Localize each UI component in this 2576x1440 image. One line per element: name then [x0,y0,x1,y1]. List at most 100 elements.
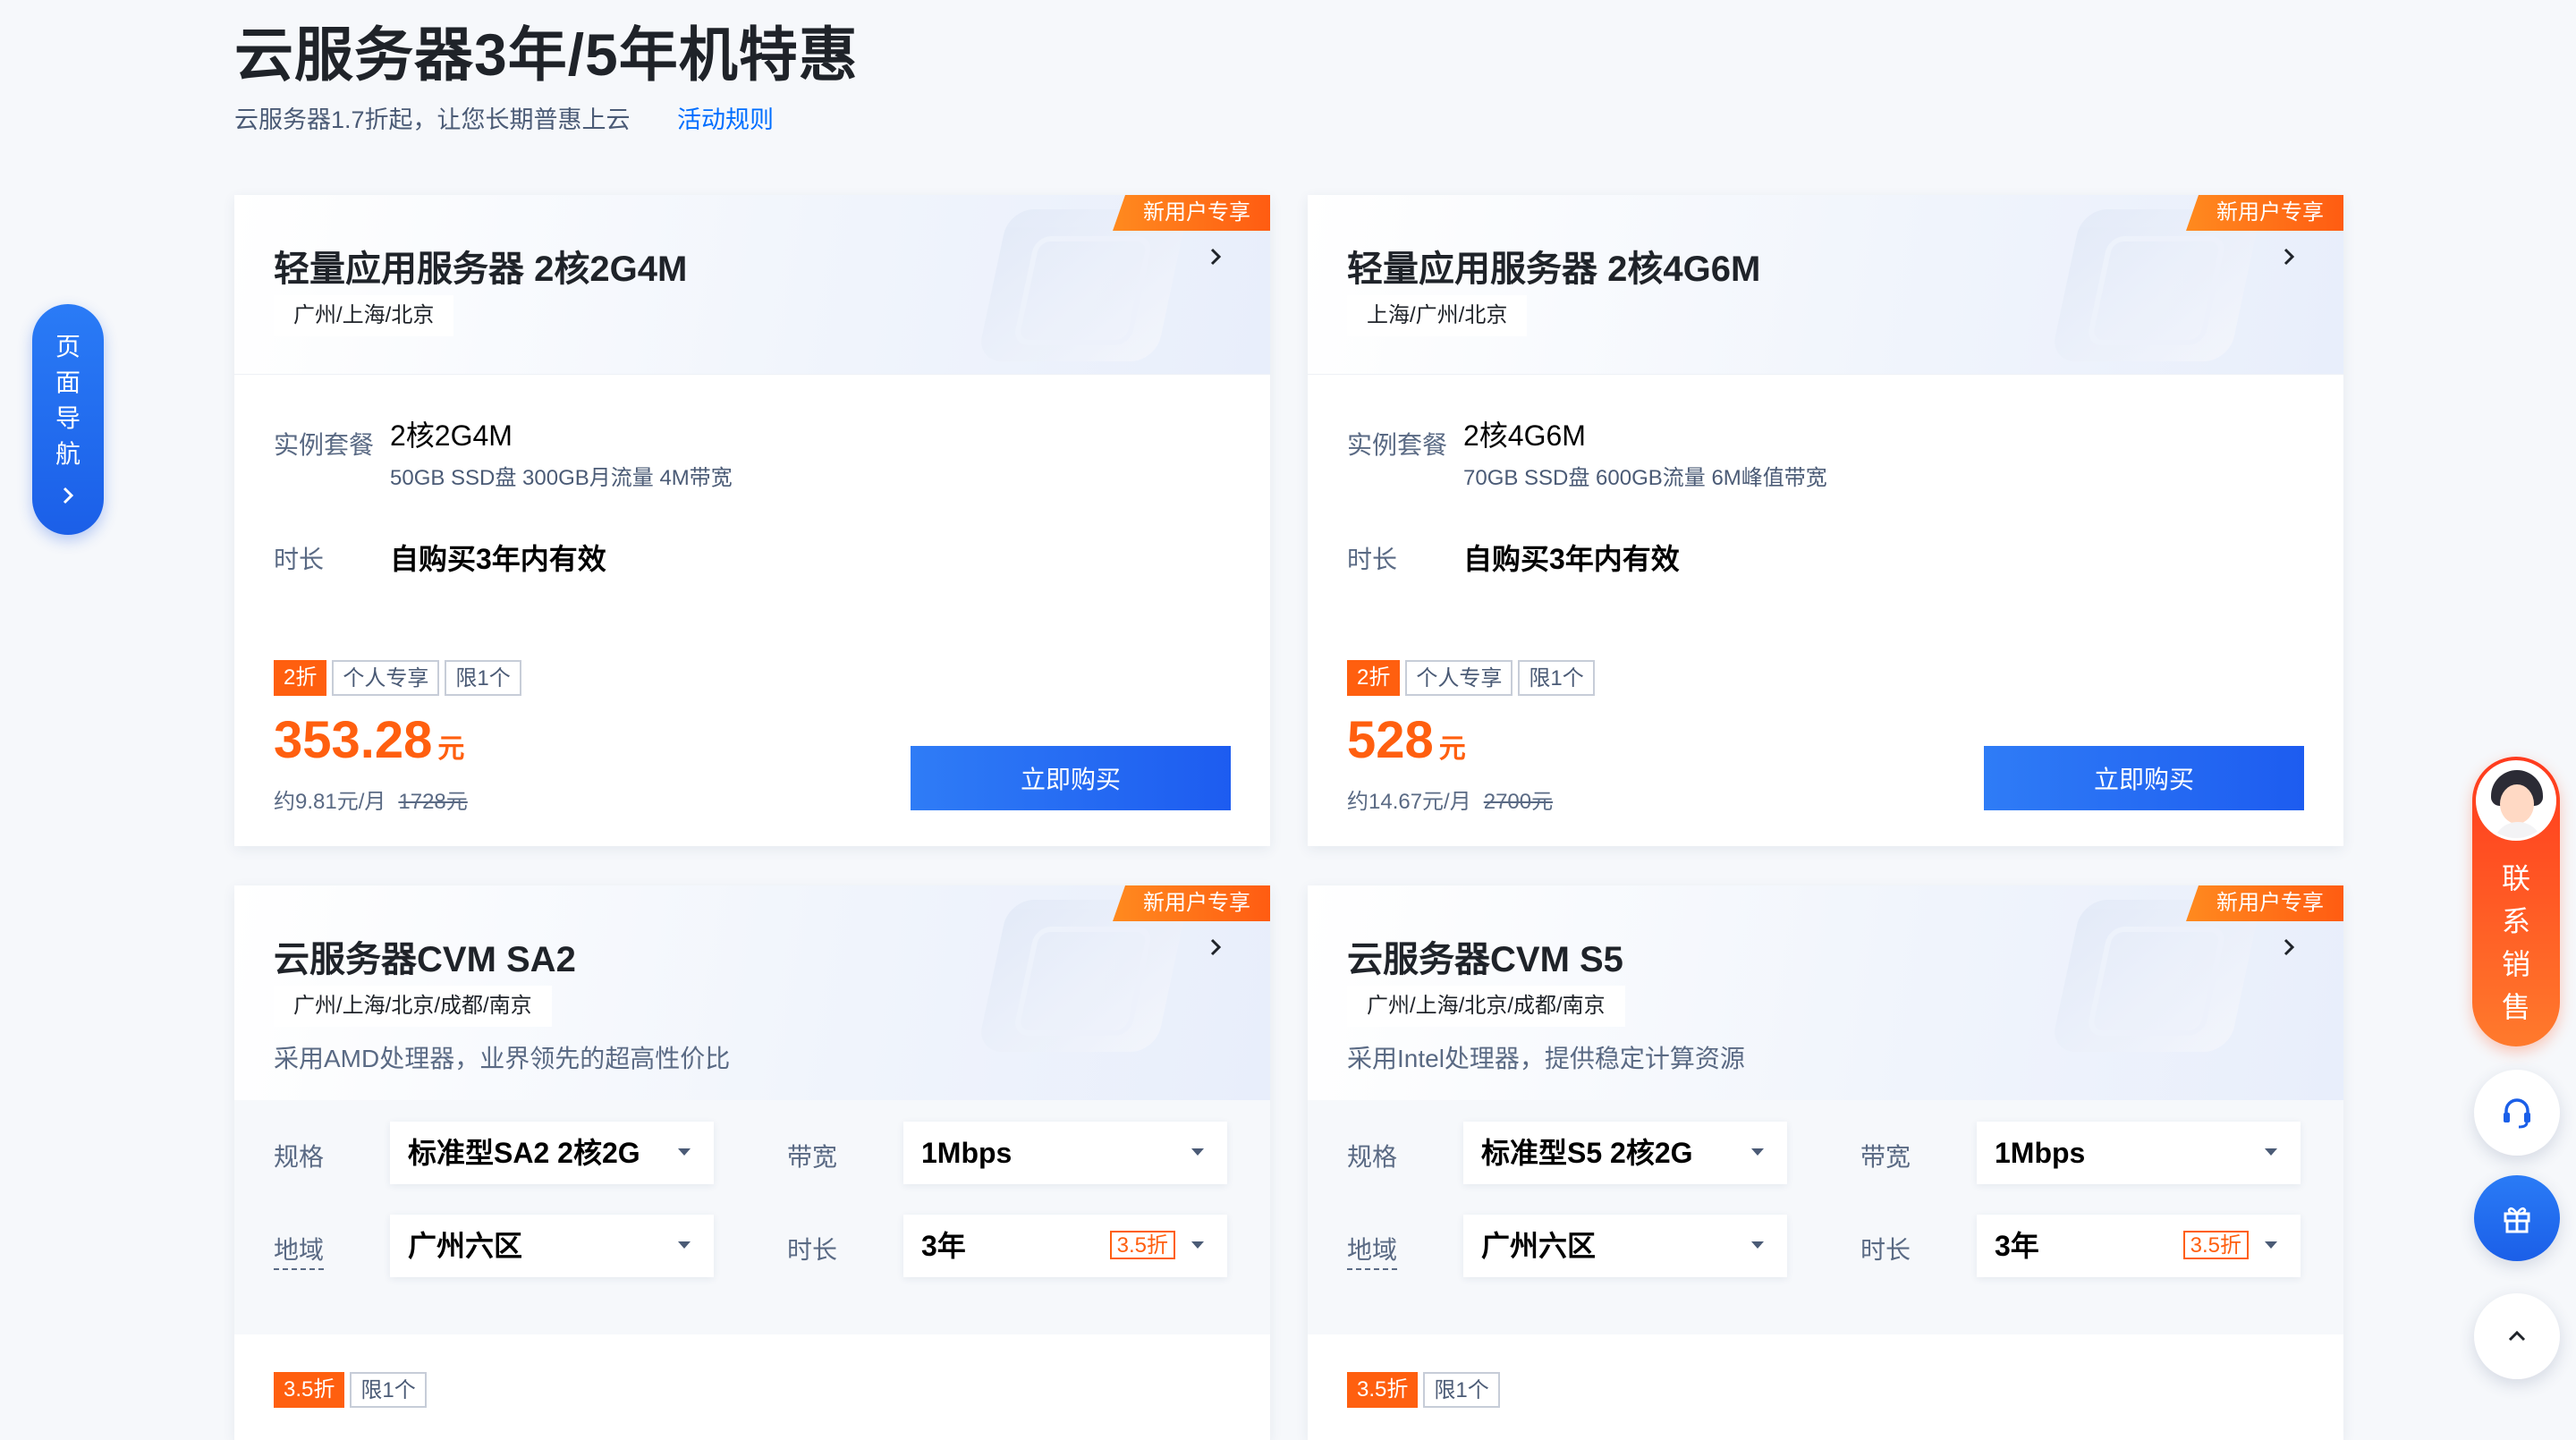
product-card-lighthouse-2c4g: 新用户专享 轻量应用服务器 2核4G6M 上海/广州/北京 实例套餐 2核4G6… [1308,195,2343,846]
region-select-value: 广州六区 [408,1230,523,1262]
card-description: 采用AMD处理器，业界领先的超高性价比 [274,1045,731,1072]
card-header[interactable]: 新用户专享 云服务器CVM SA2 广州/上海/北京/成都/南京 采用AMD处理… [234,885,1270,1101]
region-tag: 广州/上海/北京/成都/南京 [274,986,552,1027]
card-header[interactable]: 新用户专享 轻量应用服务器 2核2G4M 广州/上海/北京 [234,195,1270,375]
dropdown-arrow-icon [678,1241,691,1249]
contact-sales-button[interactable]: 联系销售 [2472,757,2560,1046]
new-user-ribbon: 新用户专享 [2186,885,2343,921]
discount-tag: 3.5折 [274,1372,345,1408]
price-value: 528 [1347,711,1434,769]
duration-select-value: 3年 [921,1230,966,1262]
dropdown-arrow-icon [678,1148,691,1156]
plan-detail: 70GB SSD盘 600GB流量 6M峰值带宽 [1463,466,1827,490]
region-tag: 上海/广州/北京 [1347,295,1528,336]
region-select[interactable]: 广州六区 [1463,1215,1787,1277]
activity-rules-link[interactable]: 活动规则 [677,100,774,135]
price-value: 353.28 [274,711,433,769]
bandwidth-select[interactable]: 1Mbps [1977,1122,2301,1184]
price-area: 2折 个人专享 限1个 353.28 元 约9.81元/月 1728元 立即购买 [234,623,1270,846]
spec-select-value: 标准型S5 2核2G [1481,1137,1693,1169]
limit-tag: 限1个 [1423,1372,1500,1408]
bandwidth-label: 带宽 [787,1143,838,1171]
spec-select[interactable]: 标准型S5 2核2G [1463,1122,1787,1184]
original-price: 2700元 [1483,790,1554,814]
avatar-icon [2476,760,2556,841]
limit-tag: 限1个 [350,1372,427,1408]
plan-detail: 50GB SSD盘 300GB月流量 4M带宽 [390,466,733,490]
chevron-up-icon [2508,1330,2526,1342]
buy-now-button[interactable]: 立即购买 [1984,746,2304,810]
discount-tag: 2折 [274,660,327,696]
card-title: 轻量应用服务器 2核4G6M [1347,250,1761,289]
new-user-ribbon: 新用户专享 [1113,885,1270,921]
card-header[interactable]: 新用户专享 云服务器CVM S5 广州/上海/北京/成都/南京 采用Intel处… [1308,885,2343,1101]
duration-select[interactable]: 3年 3.5折 [903,1215,1227,1277]
gift-button[interactable] [2474,1175,2560,1261]
contact-sales-label: 联系销售 [2501,862,2530,1023]
buy-now-button[interactable]: 立即购买 [911,746,1231,810]
duration-select-value: 3年 [1995,1230,2039,1262]
chevron-right-icon[interactable] [1204,936,1227,959]
chevron-right-icon[interactable] [1204,245,1227,268]
plan-label: 实例套餐 [274,431,375,459]
dropdown-arrow-icon [1191,1241,1204,1249]
dropdown-arrow-icon [1751,1241,1764,1249]
bandwidth-label: 带宽 [1860,1143,1911,1171]
price: 353.28 元 [274,712,464,778]
duration-discount-badge: 3.5折 [1109,1231,1175,1259]
chevron-right-icon[interactable] [2277,245,2301,268]
headset-icon [2504,1098,2530,1129]
back-to-top-button[interactable] [2474,1293,2560,1379]
price-sub: 约14.67元/月 2700元 [1347,784,1553,815]
bandwidth-select[interactable]: 1Mbps [903,1122,1227,1184]
gift-icon [2504,1207,2530,1233]
card-decoration [2049,209,2262,361]
spec-label: 规格 [1347,1143,1398,1171]
bandwidth-select-value: 1Mbps [1995,1137,2086,1169]
personal-tag: 个人专享 [332,660,440,696]
card-header[interactable]: 新用户专享 轻量应用服务器 2核4G6M 上海/广州/北京 [1308,195,2343,375]
chevron-right-icon[interactable] [2277,936,2301,959]
duration-value: 自购买3年内有效 [1463,543,1680,575]
product-card-cvm-sa2: 新用户专享 云服务器CVM SA2 广州/上海/北京/成都/南京 采用AMD处理… [234,885,1270,1440]
monthly-price: 约14.67元/月 [1347,790,1471,814]
duration-label: 时长 [787,1236,838,1264]
page-subtitle: 云服务器1.7折起，让您长期普惠上云 [234,106,631,133]
customer-service-button[interactable] [2474,1070,2560,1156]
duration-label: 时长 [1860,1236,1911,1264]
config-area: 规格 标准型SA2 2核2G 带宽 1Mbps 地域 广州六区 时长 3年 3.5… [234,1100,1270,1334]
tag-list: 3.5折 限1个 [1347,1372,1500,1408]
tag-list: 2折 个人专享 限1个 [1347,660,1595,696]
tag-list: 2折 个人专享 限1个 [274,660,521,696]
card-decoration [976,900,1189,1052]
duration-discount-badge: 3.5折 [2182,1231,2249,1259]
dropdown-arrow-icon [2265,1148,2277,1156]
duration-label: 时长 [274,546,325,573]
region-tag: 广州/上海/北京/成都/南京 [1347,986,1625,1027]
monthly-price: 约9.81元/月 [274,790,386,814]
card-title: 云服务器CVM S5 [1347,940,1623,979]
discount-tag: 2折 [1347,660,1401,696]
region-label: 地域 [1347,1231,1398,1270]
bandwidth-select-value: 1Mbps [921,1137,1013,1169]
discount-tag: 3.5折 [1347,1372,1419,1408]
plan-value: 2核4G6M [1463,419,1586,452]
config-area: 规格 标准型S5 2核2G 带宽 1Mbps 地域 广州六区 时长 3年 3.5折 [1308,1100,2343,1334]
region-select[interactable]: 广州六区 [390,1215,714,1277]
product-card-cvm-s5: 新用户专享 云服务器CVM S5 广州/上海/北京/成都/南京 采用Intel处… [1308,885,2343,1440]
card-title: 云服务器CVM SA2 [274,940,576,979]
tag-list: 3.5折 限1个 [274,1372,427,1408]
chevron-right-icon [63,487,74,504]
price-area: 2折 个人专享 限1个 528 元 约14.67元/月 2700元 立即购买 [1308,623,2343,846]
plan-value: 2核2G4M [390,419,513,452]
new-user-ribbon: 新用户专享 [1113,195,1270,231]
spec-select-value: 标准型SA2 2核2G [408,1137,640,1169]
region-tag: 广州/上海/北京 [274,295,454,336]
card-title: 轻量应用服务器 2核2G4M [274,250,688,289]
duration-select[interactable]: 3年 3.5折 [1977,1215,2301,1277]
card-decoration [976,209,1189,361]
dropdown-arrow-icon [1751,1148,1764,1156]
page-nav-button[interactable]: 页面导航 [32,304,104,535]
price-unit: 元 [1438,734,1466,764]
spec-select[interactable]: 标准型SA2 2核2G [390,1122,714,1184]
